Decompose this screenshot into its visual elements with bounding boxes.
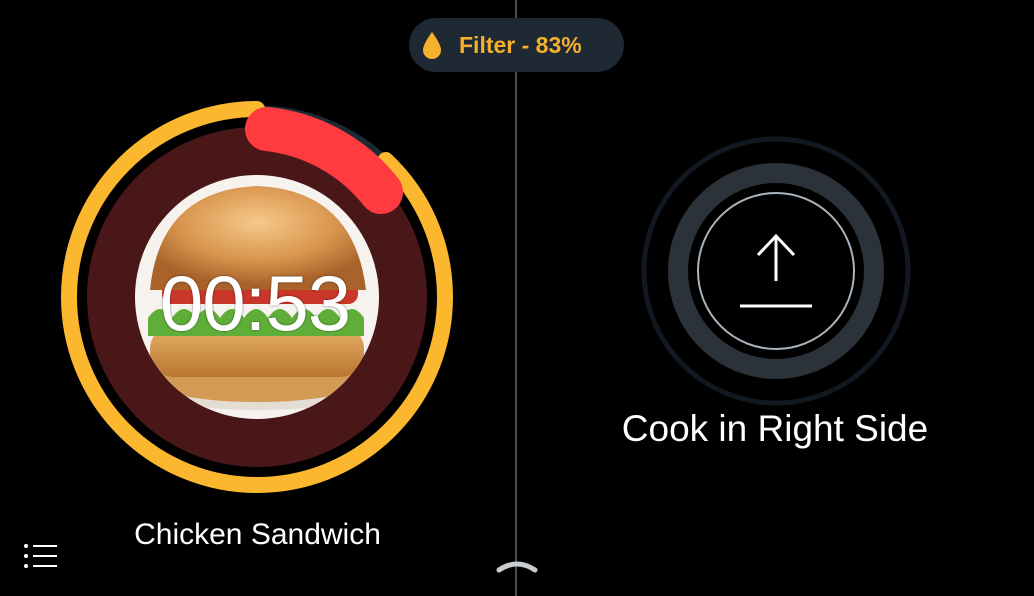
cook-right-side-button[interactable] (640, 135, 912, 407)
panel-divider (515, 0, 517, 596)
left-cook-panel: 00:53 Chicken Sandwich (0, 0, 515, 596)
list-icon[interactable] (22, 540, 60, 572)
cook-right-side-label: Cook in Right Side (621, 408, 929, 449)
countdown-timer: 00:53 (159, 259, 351, 347)
menu-item-name: Chicken Sandwich (134, 518, 381, 551)
chevron-up-icon[interactable] (493, 556, 541, 576)
